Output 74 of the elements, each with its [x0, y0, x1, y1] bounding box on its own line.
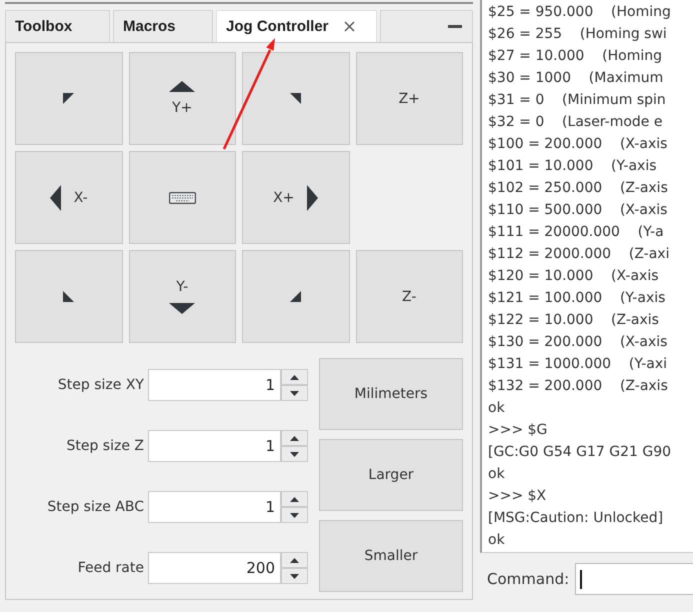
console-line: $122 = 10.000 (Z-axis — [488, 311, 660, 330]
command-label: Command: — [487, 570, 570, 588]
console-line: ok — [488, 531, 506, 550]
console-line: [GC:G0 G54 G17 G21 G90 — [488, 443, 672, 462]
corner-triangle-icon — [290, 93, 302, 104]
caret-up-icon — [290, 436, 299, 440]
console-line: $26 = 255 (Homing swi — [488, 25, 668, 44]
console-line: >>> $X — [488, 487, 548, 506]
caret-up-icon — [290, 558, 299, 562]
console-line: $31 = 0 (Minimum spin — [488, 91, 667, 110]
tab[interactable]: Macros — [113, 10, 213, 42]
console-line: $101 = 10.000 (Y-axis — [488, 157, 658, 176]
jog-button[interactable]: Y+ — [128, 52, 236, 145]
up-triangle-icon — [169, 81, 196, 92]
spin-up-button[interactable] — [281, 430, 308, 446]
keyboard-icon — [168, 192, 196, 204]
console-line: $110 = 500.000 (X-axis — [488, 201, 668, 220]
console-line: ok — [488, 465, 506, 484]
console-line: >>> $G — [488, 421, 548, 440]
field-label: Step size ABC — [46, 498, 145, 517]
field-label: Feed rate — [76, 559, 145, 578]
console-line: $102 = 250.000 (Z-axis — [488, 179, 669, 198]
spin-up-button[interactable] — [281, 491, 308, 507]
number-field[interactable]: 1 — [148, 430, 281, 462]
console-line: $30 = 1000 (Maximum — [488, 69, 664, 88]
corner-triangle-icon — [63, 93, 74, 104]
action-button[interactable]: Larger — [319, 439, 463, 511]
jog-button[interactable]: Z+ — [356, 52, 463, 145]
jog-button[interactable]: X- — [15, 151, 122, 244]
console-line: $32 = 0 (Laser-mode e — [488, 113, 664, 132]
caret-down-icon — [290, 452, 299, 456]
console-line: $111 = 20000.000 (Y-a — [488, 223, 665, 242]
down-triangle-icon — [169, 303, 196, 314]
console-line: $27 = 10.000 (Homing — [488, 47, 663, 66]
console-line: $132 = 200.000 (Z-axis — [488, 377, 669, 396]
console-line: $112 = 2000.000 (Z-axi — [488, 245, 670, 264]
console-line: ok — [488, 399, 506, 418]
caret-down-icon — [290, 512, 299, 518]
spin-up-button[interactable] — [281, 369, 308, 385]
spin-down-button[interactable] — [281, 507, 308, 523]
jog-button[interactable]: X+ — [242, 151, 350, 244]
close-icon[interactable] — [344, 21, 355, 32]
left-triangle-icon — [50, 184, 61, 210]
caret-up-icon — [290, 374, 299, 380]
number-field[interactable]: 1 — [148, 491, 281, 523]
jog-button[interactable]: Z- — [356, 250, 463, 343]
caret-down-icon — [290, 574, 299, 578]
console-line: $100 = 200.000 (X-axis — [488, 135, 668, 154]
jog-button[interactable]: Y- — [128, 250, 236, 343]
action-button[interactable]: Milimeters — [319, 358, 463, 430]
spin-down-button[interactable] — [281, 568, 308, 584]
console-line: $131 = 1000.000 (Y-axi — [488, 355, 668, 374]
console-line: $130 = 200.000 (X-axis — [488, 333, 668, 352]
number-field[interactable]: 1 — [148, 369, 281, 401]
corner-triangle-icon — [290, 291, 302, 302]
spin-down-button[interactable] — [281, 446, 308, 462]
field-label: Step size XY — [56, 376, 145, 395]
corner-triangle-icon — [63, 291, 74, 302]
jog-button[interactable] — [242, 52, 350, 145]
console-line: $121 = 100.000 (Y-axis — [488, 289, 666, 308]
console-line: [MSG:Caution: Unlocked] — [488, 509, 664, 528]
tab[interactable]: Toolbox — [5, 10, 110, 42]
caret-down-icon — [290, 390, 299, 396]
console-line: $120 = 10.000 (X-axis — [488, 267, 660, 286]
command-input[interactable] — [575, 563, 693, 595]
caret-up-icon — [290, 496, 299, 502]
spin-up-button[interactable] — [281, 552, 308, 568]
field-label: Step size Z — [65, 437, 145, 456]
action-button[interactable]: Smaller — [319, 520, 463, 592]
number-field[interactable]: 200 — [148, 552, 281, 584]
tab[interactable]: Jog Controller — [216, 10, 377, 42]
spin-down-button[interactable] — [281, 385, 308, 401]
console-line: $25 = 950.000 (Homing — [488, 3, 672, 22]
right-triangle-icon — [307, 184, 318, 210]
